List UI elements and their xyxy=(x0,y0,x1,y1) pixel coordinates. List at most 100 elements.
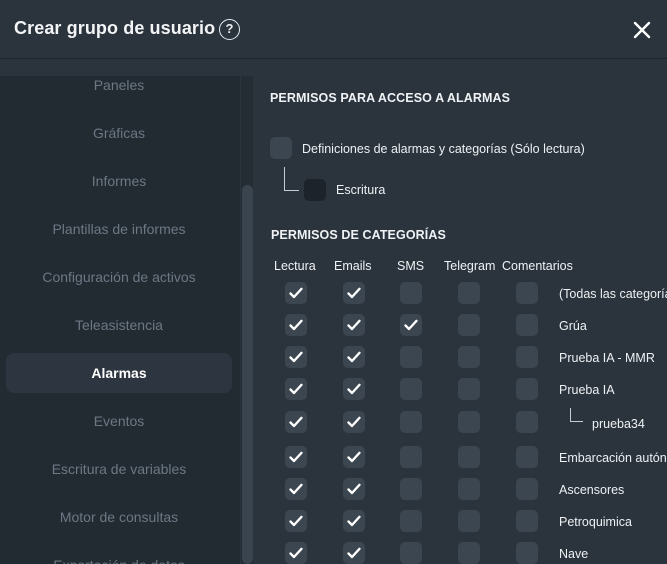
category-lectura-checkbox[interactable] xyxy=(285,510,307,532)
category-sms-checkbox[interactable] xyxy=(400,314,422,336)
category-name: Petroquimica xyxy=(559,515,632,529)
checkmark-icon xyxy=(289,383,303,395)
category-telegram-checkbox[interactable] xyxy=(458,510,480,532)
checkmark-icon xyxy=(289,287,303,299)
category-sms-checkbox[interactable] xyxy=(400,478,422,500)
checkmark-icon xyxy=(289,547,303,559)
category-lectura-checkbox[interactable] xyxy=(285,411,307,433)
checkmark-icon xyxy=(347,351,361,363)
category-sms-checkbox[interactable] xyxy=(400,446,422,468)
checkmark-icon xyxy=(347,416,361,428)
category-comentarios-checkbox[interactable] xyxy=(516,446,538,468)
column-header-telegram: Telegram xyxy=(444,259,496,273)
category-name: Prueba IA xyxy=(559,383,615,397)
sidebar-item-alarmas[interactable]: Alarmas xyxy=(6,353,232,393)
checkmark-icon xyxy=(289,351,303,363)
help-icon[interactable]: ? xyxy=(219,19,240,40)
checkmark-icon xyxy=(347,483,361,495)
category-sms-checkbox[interactable] xyxy=(400,542,422,564)
category-telegram-checkbox[interactable] xyxy=(458,346,480,368)
tree-connector xyxy=(284,167,299,191)
checkmark-icon xyxy=(347,515,361,527)
category-sms-checkbox[interactable] xyxy=(400,510,422,532)
checkmark-icon xyxy=(347,451,361,463)
category-emails-checkbox[interactable] xyxy=(343,478,365,500)
category-emails-checkbox[interactable] xyxy=(343,510,365,532)
category-name: Ascensores xyxy=(559,483,625,497)
tree-connector xyxy=(570,408,583,422)
category-comentarios-checkbox[interactable] xyxy=(516,542,538,564)
category-sms-checkbox[interactable] xyxy=(400,378,422,400)
category-lectura-checkbox[interactable] xyxy=(285,346,307,368)
dialog-header: Crear grupo de usuario ? xyxy=(0,0,667,58)
category-telegram-checkbox[interactable] xyxy=(458,478,480,500)
sidebar-item-exportación-de-datos[interactable]: Exportación de datos xyxy=(6,545,232,564)
sidebar-item-motor-de-consultas[interactable]: Motor de consultas xyxy=(6,497,232,537)
checkmark-icon xyxy=(347,319,361,331)
sidebar-item-escritura-de-variables[interactable]: Escritura de variables xyxy=(6,449,232,489)
category-comentarios-checkbox[interactable] xyxy=(516,282,538,304)
sidebar-item-eventos[interactable]: Eventos xyxy=(6,401,232,441)
category-emails-checkbox[interactable] xyxy=(343,411,365,433)
category-comentarios-checkbox[interactable] xyxy=(516,510,538,532)
sidebar-nav: Paneles Gráficas Informes Plantillas de inf… xyxy=(0,76,240,564)
category-emails-checkbox[interactable] xyxy=(343,378,365,400)
category-emails-checkbox[interactable] xyxy=(343,282,365,304)
category-name: Nave xyxy=(559,547,589,561)
category-telegram-checkbox[interactable] xyxy=(458,314,480,336)
column-header-emails: Emails xyxy=(334,259,372,273)
category-name: (Todas las categorías) xyxy=(559,287,667,301)
category-sms-checkbox[interactable] xyxy=(400,282,422,304)
alarm-access-title: PERMISOS PARA ACCESO A ALARMAS xyxy=(270,91,511,105)
category-comentarios-checkbox[interactable] xyxy=(516,346,538,368)
checkmark-icon xyxy=(347,547,361,559)
category-comentarios-checkbox[interactable] xyxy=(516,478,538,500)
sidebar-item-paneles[interactable]: Paneles xyxy=(6,76,232,105)
category-telegram-checkbox[interactable] xyxy=(458,378,480,400)
category-sms-checkbox[interactable] xyxy=(400,411,422,433)
checkmark-icon xyxy=(347,287,361,299)
category-name: Prueba IA - MMR xyxy=(559,351,655,365)
category-emails-checkbox[interactable] xyxy=(343,542,365,564)
category-telegram-checkbox[interactable] xyxy=(458,542,480,564)
checkmark-icon xyxy=(289,515,303,527)
sidebar-item-gráficas[interactable]: Gráficas xyxy=(6,113,232,153)
definitions-checkbox[interactable] xyxy=(270,137,292,159)
category-telegram-checkbox[interactable] xyxy=(458,446,480,468)
category-lectura-checkbox[interactable] xyxy=(285,378,307,400)
permissions-panel: PERMISOS PARA ACCESO A ALARMAS Definicio… xyxy=(253,59,667,564)
column-header-lectura: Lectura xyxy=(274,259,316,273)
definitions-label: Definiciones de alarmas y categorías (Só… xyxy=(302,142,585,156)
category-telegram-checkbox[interactable] xyxy=(458,282,480,304)
close-icon[interactable] xyxy=(632,20,652,40)
sidebar-scrollbar-thumb[interactable] xyxy=(242,185,253,564)
category-sms-checkbox[interactable] xyxy=(400,346,422,368)
checkmark-icon xyxy=(289,319,303,331)
checkmark-icon xyxy=(289,451,303,463)
dialog-title: Crear grupo de usuario xyxy=(14,18,216,38)
sidebar-item-plantillas-de-informes[interactable]: Plantillas de informes xyxy=(6,209,232,249)
category-emails-checkbox[interactable] xyxy=(343,314,365,336)
sidebar-item-teleasistencia[interactable]: Teleasistencia xyxy=(6,305,232,345)
category-lectura-checkbox[interactable] xyxy=(285,314,307,336)
checkmark-icon xyxy=(289,483,303,495)
category-emails-checkbox[interactable] xyxy=(343,346,365,368)
column-header-comentarios: Comentarios xyxy=(502,259,573,273)
checkmark-icon xyxy=(404,319,418,331)
write-checkbox[interactable] xyxy=(304,179,326,201)
category-comentarios-checkbox[interactable] xyxy=(516,314,538,336)
category-permissions-title: PERMISOS DE CATEGORÍAS xyxy=(271,228,446,242)
sidebar-item-configuración-de-activos[interactable]: Configuración de activos xyxy=(6,257,232,297)
sidebar-item-informes[interactable]: Informes xyxy=(6,161,232,201)
category-comentarios-checkbox[interactable] xyxy=(516,378,538,400)
category-lectura-checkbox[interactable] xyxy=(285,282,307,304)
category-lectura-checkbox[interactable] xyxy=(285,542,307,564)
category-telegram-checkbox[interactable] xyxy=(458,411,480,433)
category-lectura-checkbox[interactable] xyxy=(285,446,307,468)
category-name: Grúa xyxy=(559,319,587,333)
checkmark-icon xyxy=(347,383,361,395)
category-lectura-checkbox[interactable] xyxy=(285,478,307,500)
category-comentarios-checkbox[interactable] xyxy=(516,411,538,433)
category-name: Embarcación autónoma xyxy=(559,451,667,465)
category-emails-checkbox[interactable] xyxy=(343,446,365,468)
